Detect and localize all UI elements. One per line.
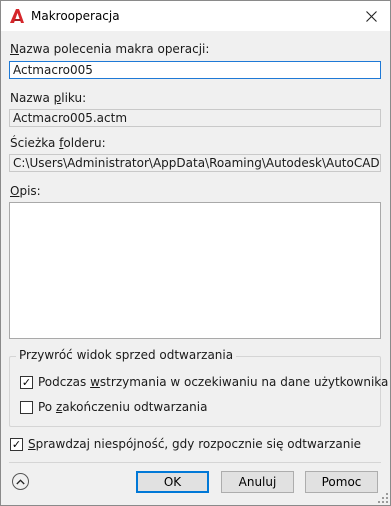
window-title: Makrooperacja bbox=[31, 9, 120, 23]
expand-button[interactable] bbox=[12, 473, 29, 490]
chevron-up-icon bbox=[16, 478, 25, 484]
restore-on-end-label: Po zakończeniu odtwarzania bbox=[38, 400, 208, 414]
help-button[interactable]: Pomoc bbox=[305, 471, 378, 493]
close-button[interactable] bbox=[352, 1, 390, 31]
restore-on-input-option[interactable]: ✓ Podczas wstrzymania w oczekiwaniu na d… bbox=[20, 375, 388, 389]
file-name-field[interactable]: Actmacro005.actm bbox=[9, 109, 381, 127]
folder-path-label: Ścieżka folderu: bbox=[10, 136, 106, 150]
command-name-input[interactable]: Actmacro005 bbox=[9, 61, 381, 79]
check-inconsistency-label: Sprawdzaj niespójność, gdy rozpocznie si… bbox=[28, 437, 362, 451]
restore-view-group-title: Przywróć widok sprzed odtwarzania bbox=[16, 348, 237, 362]
file-name-label: Nazwa pliku: bbox=[10, 91, 87, 105]
ok-button[interactable]: OK bbox=[136, 471, 209, 493]
close-icon bbox=[365, 10, 377, 22]
footer-separator bbox=[9, 462, 381, 463]
autocad-logo-icon bbox=[9, 8, 25, 24]
restore-on-end-checkbox[interactable] bbox=[20, 400, 33, 414]
restore-on-input-label: Podczas wstrzymania w oczekiwaniu na dan… bbox=[38, 375, 389, 389]
restore-on-end-option[interactable]: Po zakończeniu odtwarzania bbox=[20, 400, 207, 414]
restore-view-group bbox=[9, 356, 381, 427]
macro-dialog: Makrooperacja Nazwa polecenia makra oper… bbox=[0, 0, 391, 506]
restore-on-input-checkbox[interactable]: ✓ bbox=[20, 375, 33, 389]
description-textarea[interactable] bbox=[9, 202, 381, 339]
checkmark-icon: ✓ bbox=[21, 375, 32, 389]
description-label: Opis: bbox=[10, 184, 41, 198]
command-name-label: Nazwa polecenia makra operacji: bbox=[10, 42, 210, 56]
folder-path-field[interactable]: C:\Users\Administrator\AppData\Roaming\A… bbox=[9, 154, 381, 172]
cancel-button[interactable]: Anuluj bbox=[221, 471, 294, 493]
title-bar: Makrooperacja bbox=[1, 1, 390, 31]
checkmark-icon: ✓ bbox=[11, 437, 22, 451]
resize-grip-icon[interactable] bbox=[377, 492, 389, 504]
check-inconsistency-option[interactable]: ✓ Sprawdzaj niespójność, gdy rozpocznie … bbox=[10, 437, 361, 451]
check-inconsistency-checkbox[interactable]: ✓ bbox=[10, 437, 23, 451]
